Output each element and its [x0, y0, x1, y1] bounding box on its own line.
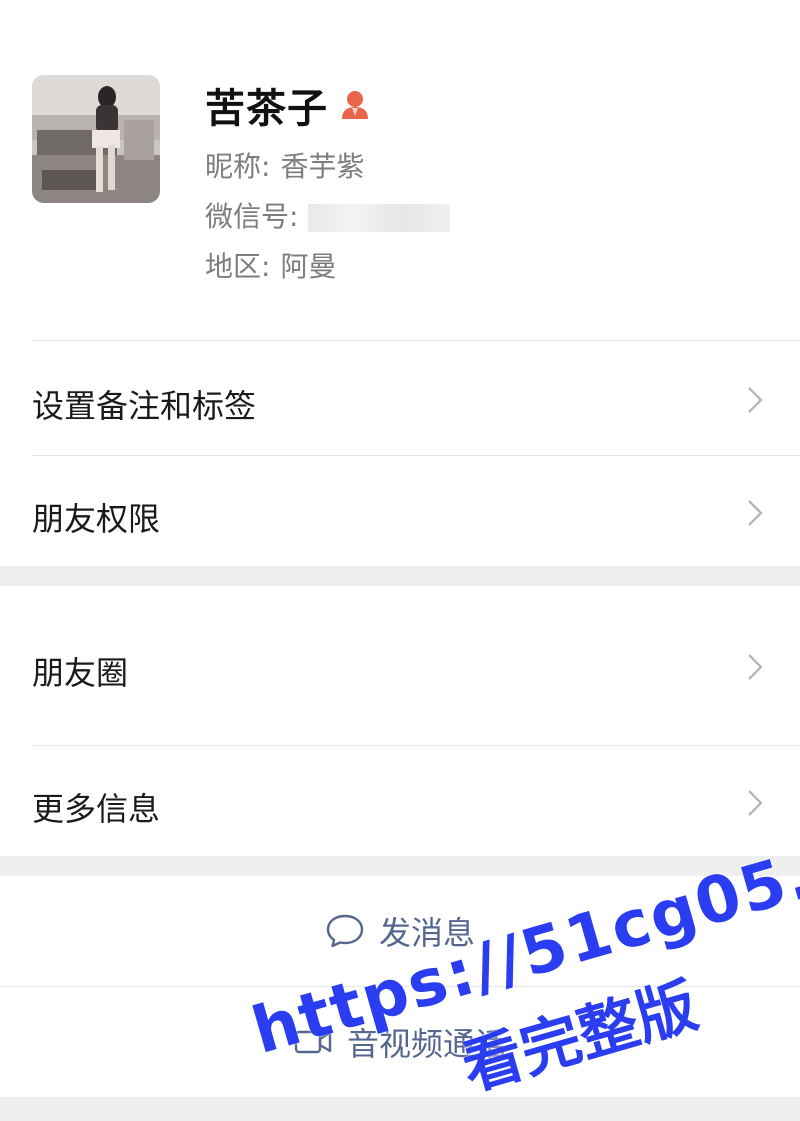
back-arrow-icon[interactable] — [24, 0, 46, 2]
profile-header: 苦茶子 昵称: 香芋紫 微信号: 地区: 阿曼 — [0, 0, 800, 340]
video-call-button[interactable]: 音视频通话 — [0, 987, 800, 1097]
nickname-value: 香芋紫 — [280, 150, 365, 183]
nickname-line: 昵称: 香芋紫 — [205, 145, 364, 185]
name-row: 苦茶子 — [205, 78, 370, 132]
moments-row[interactable]: 朋友圈 — [0, 586, 800, 744]
friend-permissions-row[interactable]: 朋友权限 — [0, 456, 800, 566]
section-gap — [0, 1097, 800, 1121]
region-label: 地区: — [205, 250, 271, 283]
video-camera-icon — [294, 1030, 332, 1054]
more-info-label: 更多信息 — [32, 790, 161, 828]
contact-name: 苦茶子 — [205, 86, 328, 132]
nickname-label: 昵称: — [205, 150, 271, 183]
section-gap — [0, 566, 800, 586]
set-remark-row[interactable]: 设置备注和标签 — [0, 341, 800, 455]
chevron-right-icon — [748, 654, 763, 680]
region-value: 阿曼 — [280, 250, 337, 283]
set-remark-label: 设置备注和标签 — [32, 387, 257, 425]
wechat-id-line: 微信号: — [205, 195, 451, 235]
avatar[interactable] — [32, 75, 160, 203]
send-message-label: 发消息 — [378, 914, 475, 952]
section-gap — [0, 856, 800, 876]
user-icon — [342, 91, 368, 119]
chevron-right-icon — [748, 500, 763, 526]
send-message-button[interactable]: 发消息 — [0, 876, 800, 986]
wechat-id-label: 微信号: — [205, 200, 299, 233]
more-info-row[interactable]: 更多信息 — [0, 746, 800, 856]
wechat-id-redacted — [308, 204, 451, 232]
chevron-right-icon — [748, 790, 763, 816]
chat-bubble-icon — [326, 914, 364, 948]
friend-permissions-label: 朋友权限 — [32, 500, 161, 538]
video-call-label: 音视频通话 — [346, 1025, 507, 1063]
moments-label: 朋友圈 — [32, 654, 129, 692]
region-line: 地区: 阿曼 — [205, 245, 336, 285]
chevron-right-icon — [748, 387, 763, 413]
